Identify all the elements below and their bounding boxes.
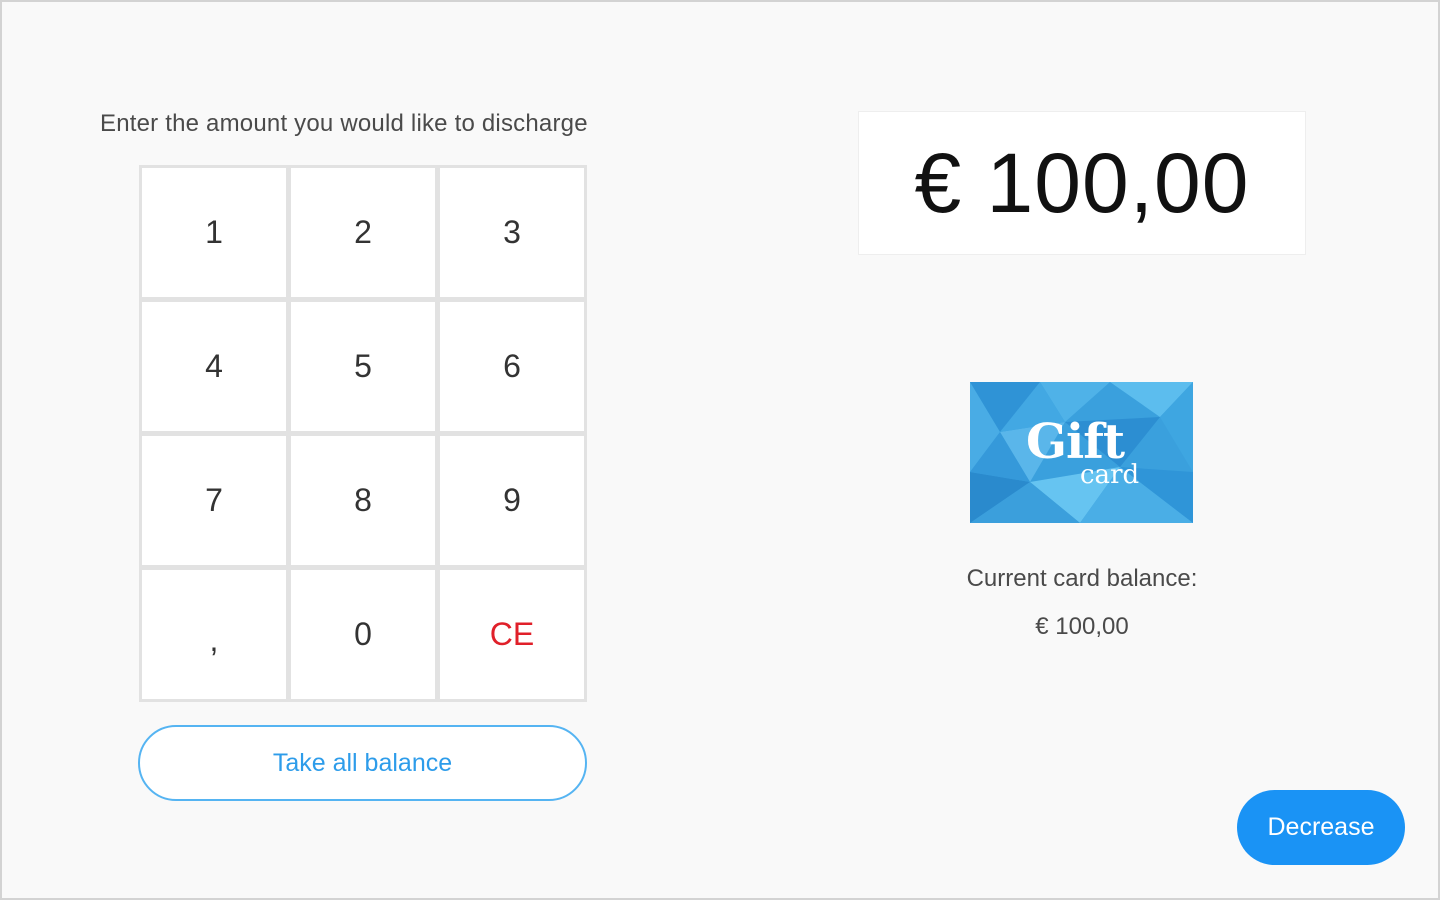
key-4[interactable]: 4 bbox=[142, 302, 286, 431]
key-6[interactable]: 6 bbox=[440, 302, 584, 431]
key-1[interactable]: 1 bbox=[142, 168, 286, 297]
key-7[interactable]: 7 bbox=[142, 436, 286, 565]
instruction-text: Enter the amount you would like to disch… bbox=[100, 110, 588, 137]
key-3[interactable]: 3 bbox=[440, 168, 584, 297]
balance-value: € 100,00 bbox=[1035, 613, 1129, 640]
key-clear-entry[interactable]: CE bbox=[440, 570, 584, 699]
gift-card-image: Gift card bbox=[970, 382, 1193, 523]
balance-label: Current card balance: bbox=[966, 565, 1198, 592]
key-2[interactable]: 2 bbox=[291, 168, 435, 297]
key-5[interactable]: 5 bbox=[291, 302, 435, 431]
gift-card-subtitle: card bbox=[1080, 460, 1140, 490]
amount-display: € 100,00 bbox=[858, 111, 1306, 255]
key-8[interactable]: 8 bbox=[291, 436, 435, 565]
key-9[interactable]: 9 bbox=[440, 436, 584, 565]
decrease-button[interactable]: Decrease bbox=[1237, 790, 1405, 865]
numeric-keypad: 1 2 3 4 5 6 7 8 9 , 0 CE bbox=[139, 165, 587, 702]
take-all-balance-button[interactable]: Take all balance bbox=[138, 725, 587, 801]
key-comma[interactable]: , bbox=[142, 570, 286, 699]
key-0[interactable]: 0 bbox=[291, 570, 435, 699]
gift-card-title: Gift bbox=[1026, 414, 1125, 470]
discharge-screen: Enter the amount you would like to disch… bbox=[0, 0, 1440, 900]
